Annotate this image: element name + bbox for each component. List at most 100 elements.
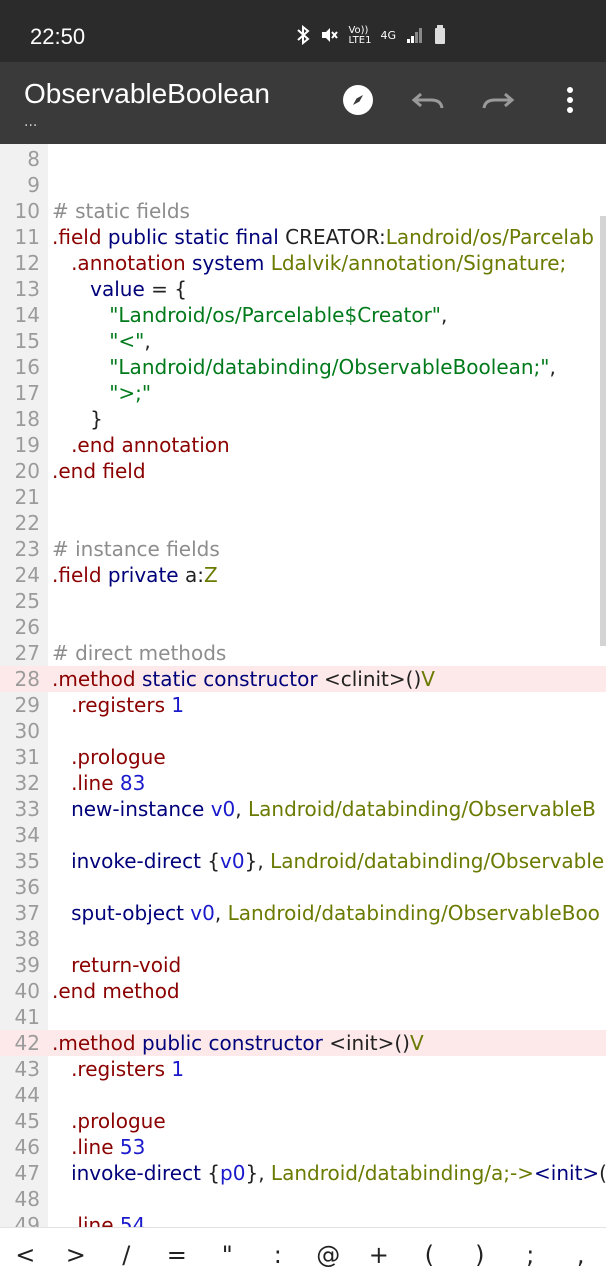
code-token: () [599, 1161, 606, 1185]
redo-icon [481, 88, 515, 116]
code-line[interactable]: 30 [0, 718, 606, 744]
battery-icon [434, 25, 446, 47]
line-number: 45 [14, 1109, 40, 1133]
code-token: <clinit>() [317, 667, 422, 691]
code-line[interactable]: 37 sput-object v0, Landroid/databinding/… [0, 900, 606, 926]
code-token: value [90, 277, 145, 301]
code-token: .end annotation [71, 433, 230, 457]
code-token: , [235, 797, 248, 821]
code-line[interactable]: 17 ">;" [0, 380, 606, 406]
code-text: invoke-direct {p0}, Landroid/databinding… [52, 1160, 606, 1186]
line-number: 23 [14, 537, 40, 561]
code-line[interactable]: 42 .method public constructor <init>()V [0, 1030, 606, 1056]
code-token: v0 [190, 901, 215, 925]
symbol-key[interactable]: ( [409, 1241, 449, 1269]
code-editor[interactable]: 8 9 10 # static fields 11 .field public stati… [0, 144, 606, 1227]
code-token: }, [245, 1161, 271, 1185]
code-line[interactable]: 20 .end field [0, 458, 606, 484]
code-line[interactable]: 22 [0, 510, 606, 536]
code-line[interactable]: 9 [0, 172, 606, 198]
code-token: , [144, 329, 151, 353]
line-number: 37 [14, 901, 40, 925]
symbol-key[interactable]: , [561, 1241, 601, 1269]
code-text: ">;" [52, 380, 151, 406]
code-line[interactable]: 27 # direct methods [0, 640, 606, 666]
code-line[interactable]: 10 # static fields [0, 198, 606, 224]
code-line[interactable]: 26 [0, 614, 606, 640]
line-number: 40 [14, 979, 40, 1003]
line-number: 19 [14, 433, 40, 457]
code-line[interactable]: 13 value = { [0, 276, 606, 302]
code-line[interactable]: 41 [0, 1004, 606, 1030]
code-line[interactable]: 15 "<", [0, 328, 606, 354]
code-token: .method [52, 1031, 136, 1055]
code-line[interactable]: 33 new-instance v0, Landroid/databinding… [0, 796, 606, 822]
code-line[interactable]: 14 "Landroid/os/Parcelable$Creator", [0, 302, 606, 328]
code-token: .line [71, 1213, 114, 1227]
code-token: sput-object [71, 901, 184, 925]
line-number: 46 [14, 1135, 40, 1159]
code-line[interactable]: 19 .end annotation [0, 432, 606, 458]
symbol-key[interactable]: ; [510, 1241, 550, 1269]
symbol-key-bar: < > / = ": @ + ();, [0, 1227, 606, 1281]
code-token: static constructor [141, 667, 318, 691]
symbol-key[interactable]: ) [460, 1241, 500, 1269]
line-number: 15 [14, 329, 40, 353]
code-line[interactable]: 29 .registers 1 [0, 692, 606, 718]
code-line[interactable]: 39 return-void [0, 952, 606, 978]
symbol-key[interactable]: / [106, 1241, 146, 1269]
line-number: 12 [14, 251, 40, 275]
code-line[interactable]: 46 .line 53 [0, 1134, 606, 1160]
code-line[interactable]: 34 [0, 822, 606, 848]
status-time: 22:50 [30, 24, 86, 49]
code-line[interactable]: 48 [0, 1186, 606, 1212]
symbol-key[interactable]: " [207, 1241, 247, 1269]
code-line[interactable]: 45 .prologue [0, 1108, 606, 1134]
symbol-key[interactable]: < [5, 1241, 45, 1269]
line-number: 34 [14, 823, 40, 847]
code-line[interactable]: 11 .field public static final CREATOR:Lan… [0, 224, 606, 250]
symbol-key[interactable]: : [258, 1241, 298, 1269]
code-line[interactable]: 44 [0, 1082, 606, 1108]
code-token: ">;" [109, 381, 152, 405]
code-line[interactable]: 16 "Landroid/databinding/ObservableBoole… [0, 354, 606, 380]
symbol-key[interactable]: @ [308, 1241, 348, 1269]
undo-button[interactable] [408, 82, 448, 122]
code-text: .line 83 [52, 770, 145, 796]
code-line[interactable]: 49 .line 54 [0, 1212, 606, 1227]
code-line[interactable]: 38 [0, 926, 606, 952]
code-line[interactable]: 43 .registers 1 [0, 1056, 606, 1082]
code-line[interactable]: 8 [0, 146, 606, 172]
code-line[interactable]: 32 .line 83 [0, 770, 606, 796]
code-line[interactable]: 35 invoke-direct {v0}, Landroid/databind… [0, 848, 606, 874]
code-token: CREATOR: [278, 225, 386, 249]
code-line[interactable]: 12 .annotation system Ldalvik/annotation… [0, 250, 606, 276]
symbol-key[interactable]: = [157, 1241, 197, 1269]
line-number: 25 [14, 589, 40, 613]
code-line[interactable]: 28 .method static constructor <clinit>()V [0, 666, 606, 692]
symbol-key[interactable]: + [359, 1241, 399, 1269]
code-token: .registers [71, 1057, 165, 1081]
code-line[interactable]: 25 [0, 588, 606, 614]
navigate-button[interactable] [338, 82, 378, 122]
symbol-key[interactable]: > [56, 1241, 96, 1269]
scrollbar[interactable] [600, 216, 606, 646]
code-token: , [214, 901, 228, 925]
code-line[interactable]: 36 [0, 874, 606, 900]
code-line[interactable]: 40 .end method [0, 978, 606, 1004]
code-line[interactable]: 23 # instance fields [0, 536, 606, 562]
redo-button[interactable] [478, 82, 518, 122]
code-line[interactable]: 24 .field private a:Z [0, 562, 606, 588]
code-line[interactable]: 18 } [0, 406, 606, 432]
code-line[interactable]: 31 .prologue [0, 744, 606, 770]
code-line[interactable]: 47 invoke-direct {p0}, Landroid/databind… [0, 1160, 606, 1186]
more-vert-icon [566, 86, 574, 118]
code-token: "Landroid/os/Parcelable$Creator" [109, 303, 441, 327]
app-bar: ObservableBoolean ... [0, 62, 606, 144]
overflow-menu-button[interactable] [550, 82, 590, 122]
code-line[interactable]: 21 [0, 484, 606, 510]
